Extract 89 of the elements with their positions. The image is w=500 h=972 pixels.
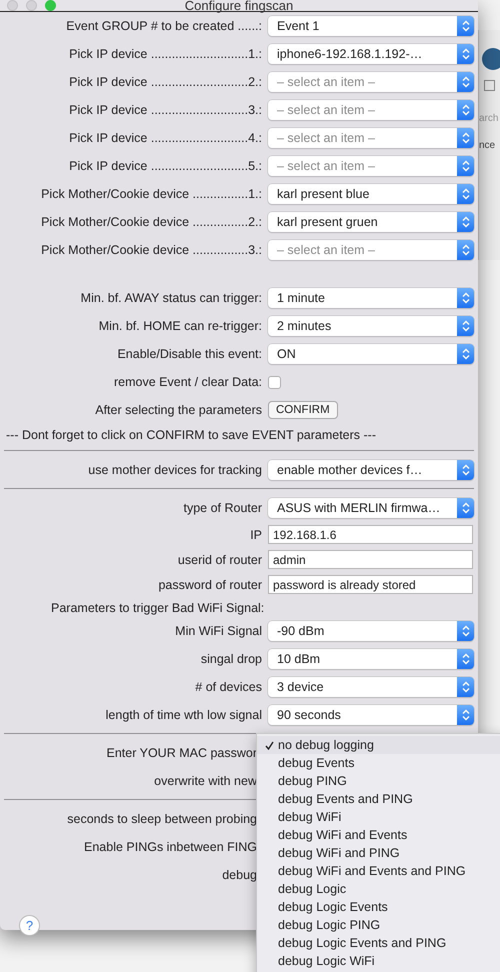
menu-item[interactable]: debug WiFi and PING (257, 844, 500, 862)
stepper-arrows-icon (457, 621, 474, 641)
stepper-arrows-icon (457, 677, 474, 697)
dropdown[interactable]: ON (268, 344, 474, 364)
stepper-arrows-icon (457, 16, 474, 36)
field-label: Min. bf. AWAY status can trigger: (80, 291, 262, 305)
field-label: Pick Mother/Cookie device ................2.: (41, 215, 262, 229)
stepper-arrows-icon (457, 72, 474, 92)
input-field[interactable]: password is already stored (268, 575, 473, 594)
checkmark-icon (265, 740, 274, 750)
minimize-button[interactable] (26, 0, 37, 11)
stepper-arrows-icon (457, 100, 474, 120)
stepper-arrows-icon (457, 316, 474, 336)
field-label: Pick IP device ............................3.: (69, 103, 262, 117)
field-label: use mother devices for tracking (88, 463, 262, 477)
field-label: Enter YOUR MAC passwor (106, 746, 258, 760)
dropdown[interactable]: enable mother devices f… (268, 460, 474, 480)
menu-item[interactable]: debug WiFi and Events and PING (257, 862, 500, 880)
stepper-arrows-icon (457, 344, 474, 364)
field-label: type of Router (183, 501, 262, 515)
field-label: Event GROUP # to be created ......: (66, 19, 262, 33)
dropdown[interactable]: 2 minutes (268, 316, 474, 336)
dropdown[interactable]: karl present blue (268, 184, 474, 204)
window-title: Configure fingscan (184, 0, 294, 13)
field-label: Pick Mother/Cookie device ................1.: (41, 187, 262, 201)
field-label: Enable/Disable this event: (117, 347, 262, 361)
menu-item[interactable]: debug WiFi and Events (257, 826, 500, 844)
stepper-arrows-icon (457, 705, 474, 725)
field-label: length of time wth low signal (106, 708, 262, 722)
field-label: debug (222, 868, 258, 882)
field-label: overwrite with new (154, 774, 258, 788)
dropdown[interactable]: 1 minute (268, 288, 474, 308)
stepper-arrows-icon (457, 649, 474, 669)
window-text: arch (479, 113, 498, 124)
input-field[interactable]: 192.168.1.6 (268, 525, 473, 544)
help-button[interactable]: ? (19, 915, 40, 936)
input-field[interactable]: admin (268, 550, 473, 569)
menu-item[interactable]: debug Events and PING (257, 790, 500, 808)
zoom-button[interactable] (45, 0, 56, 11)
dropdown[interactable]: -90 dBm (268, 621, 474, 641)
stepper-arrows-icon (457, 44, 474, 64)
field-label: userid of router (178, 552, 262, 566)
menu-item[interactable]: debug Logic Events and PING (257, 934, 500, 952)
stepper-arrows-icon (457, 288, 474, 308)
stepper-arrows-icon (457, 156, 474, 176)
note-text: --- Dont forget to click on CONFIRM to save EVENT parameters --- (5, 427, 378, 444)
menu-item[interactable]: debug Logic WiFi (257, 952, 500, 970)
field-label: seconds to sleep between probing (67, 812, 258, 826)
menu-item[interactable]: no debug logging (257, 736, 500, 754)
field-label: password of router (158, 578, 262, 592)
circle-icon (482, 48, 500, 70)
copy-icon (484, 80, 495, 91)
menu-item[interactable]: debug Logic Events (257, 898, 500, 916)
field-label: remove Event / clear Data: (114, 375, 262, 389)
menu-item[interactable]: debug Logic PING (257, 916, 500, 934)
field-label: Enable PINGs inbetween FING (84, 840, 258, 854)
dropdown[interactable]: 10 dBm (268, 649, 474, 669)
window-text: nce (479, 140, 496, 151)
menu-item[interactable]: debug WiFi (257, 808, 500, 826)
stepper-arrows-icon (457, 240, 474, 260)
field-label: Min WiFi Signal (175, 624, 262, 638)
field-label: IP (250, 528, 262, 542)
close-button[interactable] (7, 0, 18, 11)
field-label: # of devices (195, 680, 262, 694)
stepper-arrows-icon (457, 498, 474, 518)
dropdown[interactable]: karl present gruen (268, 212, 474, 232)
dropdown[interactable]: Event 1 (268, 16, 474, 36)
field-label: Pick IP device ............................5.: (69, 159, 262, 173)
stepper-arrows-icon (457, 460, 474, 480)
section-heading: Parameters to trigger Bad WiFi Signal: (50, 600, 266, 617)
stepper-arrows-icon (457, 184, 474, 204)
stepper-arrows-icon (457, 212, 474, 232)
field-label: Pick IP device ............................2.: (69, 75, 262, 89)
dropdown[interactable]: ASUS with MERLIN firmwa… (268, 498, 474, 518)
field-label: Pick IP device ............................4.: (69, 131, 262, 145)
checkbox[interactable] (268, 376, 281, 388)
confirm-button[interactable]: CONFIRM (268, 401, 338, 419)
menu-item[interactable]: debug Events (257, 754, 500, 772)
field-label: Min. bf. HOME can re-trigger: (98, 319, 262, 333)
menu-item[interactable]: debug Logic (257, 880, 500, 898)
field-label: After selecting the parameters (95, 403, 262, 417)
field-label: singal drop (200, 652, 262, 666)
dropdown[interactable]: 90 seconds (268, 705, 474, 725)
dropdown[interactable]: iphone6-192.168.1.192-… (268, 44, 474, 64)
field-label: Pick Mother/Cookie device ................3.: (41, 243, 262, 257)
stepper-arrows-icon (457, 128, 474, 148)
menu-item[interactable]: debug PING (257, 772, 500, 790)
field-label: Pick IP device ............................1.: (69, 47, 262, 61)
dropdown[interactable]: 3 device (268, 677, 474, 697)
